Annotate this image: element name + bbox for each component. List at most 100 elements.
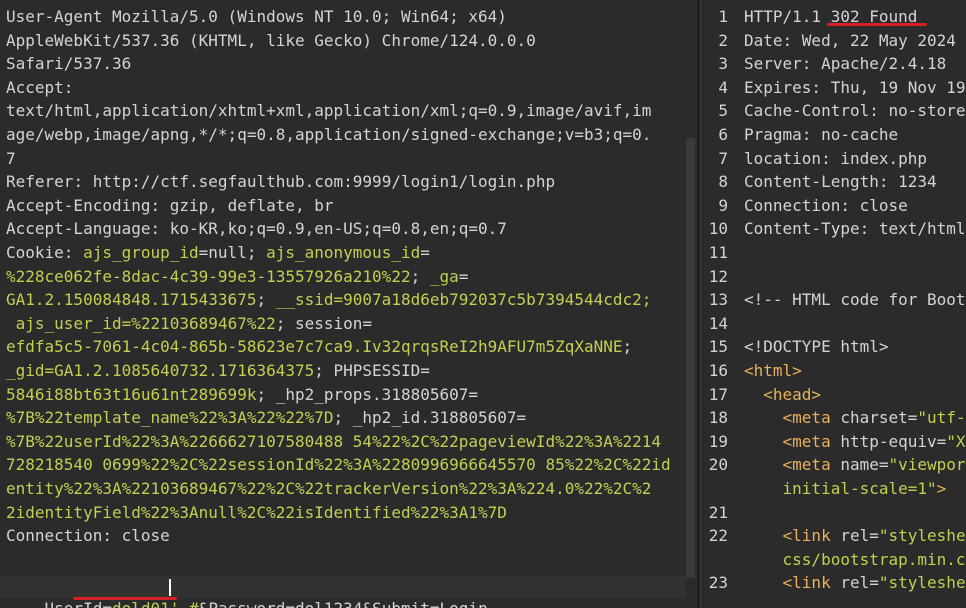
response-token: Server: Apache/2.4.18 bbox=[744, 54, 947, 74]
request-scrollbar[interactable] bbox=[686, 138, 695, 578]
cookie-segment: ; bbox=[410, 266, 430, 286]
cookie-line: %7B%22userId%22%3A%2266627107580488 54%2… bbox=[6, 430, 661, 454]
cookie-segment: ; bbox=[622, 337, 633, 357]
response-token: location: index.php bbox=[744, 148, 928, 168]
request-header-line: Connection: close bbox=[6, 524, 170, 548]
response-line: <link rel="styleshe bbox=[744, 524, 966, 548]
request-header-line: Referer: http://ctf.segfaulthub.com:9999… bbox=[6, 170, 555, 194]
response-token: "styleshe bbox=[878, 526, 966, 546]
response-line: Pragma: no-cache bbox=[744, 123, 898, 147]
line-number: 18 bbox=[708, 408, 728, 428]
cookie-line: 728218540 0699%22%2C%22sessionId%22%3A%2… bbox=[6, 453, 671, 477]
param-submit-name: Submit bbox=[372, 599, 430, 608]
text-caret bbox=[169, 579, 171, 596]
line-number: 16 bbox=[708, 361, 728, 380]
response-line: css/bootstrap.min.c bbox=[744, 548, 966, 572]
param-password-name: Password bbox=[208, 599, 285, 608]
response-line: Server: Apache/2.4.18 bbox=[744, 52, 946, 76]
response-token: <link bbox=[744, 573, 831, 593]
line-number: 15 bbox=[708, 337, 728, 357]
response-line: Date: Wed, 22 May 2024 bbox=[744, 29, 956, 53]
cookie-segment: ; bbox=[314, 361, 334, 380]
response-editor[interactable]: 1 2 3 4 5 6 7 8 9 10 11 12 13 14 15 16 17 18 19 20 21 22 23 HT… bbox=[700, 0, 966, 608]
response-line: Cache-Control: no-store bbox=[744, 99, 966, 123]
line-number: 7 bbox=[718, 148, 728, 168]
response-line: <head> bbox=[744, 383, 821, 407]
cookie-line: 5846i88bt63t16u61nt289699k; _hp2_props.3… bbox=[6, 383, 478, 407]
request-header-line: Accept: bbox=[6, 76, 73, 100]
response-token: <meta bbox=[744, 408, 831, 428]
header-name: Accept bbox=[6, 77, 64, 97]
request-header-line: age/webp,image/apng,*/*;q=0.8,applicatio… bbox=[6, 123, 651, 147]
param-userid-name: UserId bbox=[45, 599, 103, 608]
cookie-segment: 5846i88bt63t16u61nt289699k bbox=[6, 384, 257, 404]
header-value: : gzip, deflate, br bbox=[150, 195, 334, 215]
cookie-segment: =9007a18d6eb792037c5b7394544cdc2; bbox=[333, 290, 652, 310]
cookie-line: Cookie: ajs_group_id=null; ajs_anonymous… bbox=[6, 241, 430, 265]
cookie-line: 2identityField%22%3Anull%2C%22isIdentifi… bbox=[6, 501, 507, 525]
line-number: 9 bbox=[718, 195, 728, 215]
cookie-line: ajs_user_id=%22103689467%22; session= bbox=[6, 312, 372, 336]
response-line: Connection: close bbox=[744, 194, 908, 218]
line-number: 6 bbox=[718, 125, 728, 144]
response-line: <meta name="viewpor bbox=[744, 453, 966, 477]
line-number: 8 bbox=[718, 172, 728, 192]
request-header-line: User-Agent Mozilla/5.0 (Windows NT 10.0;… bbox=[6, 5, 507, 29]
cookie-segment: entity%22%3A%22103689467%22%2C%22tracker… bbox=[6, 479, 652, 498]
cookie-segment: =GA1.2.1085640732.1716364375 bbox=[44, 361, 315, 380]
response-token: <link bbox=[744, 526, 831, 546]
cookie-line: _gid=GA1.2.1085640732.1716364375; PHPSES… bbox=[6, 359, 430, 383]
response-line: Content-Type: text/html bbox=[744, 217, 966, 241]
injection-highlight-underline bbox=[73, 597, 177, 600]
cookie-segment: 2identityField%22%3Anull%2C%22isIdentifi… bbox=[6, 502, 507, 522]
cookie-line: %228ce062fe-8dac-4c39-99e3-13557926a210%… bbox=[6, 265, 468, 289]
cookie-segment: %228ce062fe-8dac-4c39-99e3-13557926a210%… bbox=[6, 266, 411, 286]
line-number: 17 bbox=[708, 384, 728, 404]
response-token: > bbox=[936, 479, 947, 498]
param-submit-value: Login bbox=[440, 599, 488, 608]
response-token: <meta bbox=[744, 431, 831, 451]
cookie-segment: efdfa5c5-7061-4c04-865b-58623e7c7ca9.Iv3… bbox=[6, 337, 623, 357]
cookie-line: GA1.2.150084848.1715433675; __ssid=9007a… bbox=[6, 288, 651, 312]
cookie-segment: = bbox=[420, 361, 430, 380]
cookie-line: efdfa5c5-7061-4c04-865b-58623e7c7ca9.Iv3… bbox=[6, 335, 632, 359]
response-line: <meta charset="utf- bbox=[744, 406, 966, 430]
line-number: 14 bbox=[708, 313, 728, 333]
cookie-segment: ajs_user_id bbox=[15, 313, 122, 333]
line-number: 2 bbox=[718, 30, 728, 50]
response-token: "viewpor bbox=[888, 455, 966, 475]
response-line: <html> bbox=[744, 359, 802, 383]
request-header-line: Accept-Language: ko-KR,ko;q=0.9,en-US;q=… bbox=[6, 217, 507, 241]
response-token: Content-Length: 1234 bbox=[744, 172, 937, 192]
cookie-segment: GA1.2.150084848.1715433675 bbox=[6, 290, 257, 310]
cookie-segment: : bbox=[63, 243, 84, 262]
header-name: User-Agent bbox=[6, 7, 103, 26]
response-token: <html> bbox=[744, 361, 802, 380]
request-editor[interactable]: User-Agent Mozilla/5.0 (Windows NT 10.0;… bbox=[0, 0, 697, 608]
cookie-segment: ajs_group_id bbox=[83, 243, 199, 262]
response-token: <!-- HTML code for Boot bbox=[744, 290, 966, 310]
header-value: Mozilla/5.0 (Windows NT 10.0; Win64; x64… bbox=[102, 7, 507, 26]
response-token: Expires: Thu, 19 Nov 19 bbox=[744, 77, 966, 97]
response-token: rel= bbox=[830, 526, 879, 546]
cookie-segment: = bbox=[516, 408, 527, 428]
line-number: 21 bbox=[708, 502, 728, 522]
ampersand: & bbox=[362, 599, 372, 608]
response-line: initial-scale=1"> bbox=[744, 477, 947, 501]
line-number: 11 bbox=[708, 243, 728, 262]
line-number: 10 bbox=[708, 219, 728, 239]
response-token: Connection: close bbox=[744, 195, 908, 215]
cookie-line: %7B%22template_name%22%3A%22%22%7D; _hp2… bbox=[6, 406, 526, 430]
cookie-segment: 728218540 0699%22%2C%22sessionId%22%3A%2… bbox=[6, 455, 671, 475]
status-highlight-underline bbox=[827, 23, 927, 26]
cookie-segment: = bbox=[468, 384, 479, 404]
header-value: Safari/537.36 bbox=[6, 54, 132, 74]
cookie-segment: ; bbox=[256, 290, 276, 310]
request-body-line[interactable]: UserId=dold01' #&Password=dol1234&Submit… bbox=[6, 576, 488, 608]
equals-sign: = bbox=[102, 599, 112, 608]
line-number-gutter: 1 2 3 4 5 6 7 8 9 10 11 12 13 14 15 16 17 18 19 20 21 22 23 bbox=[701, 0, 734, 608]
line-number: 13 bbox=[708, 290, 728, 310]
response-token: name= bbox=[830, 455, 889, 475]
cookie-line: entity%22%3A%22103689467%22%2C%22tracker… bbox=[6, 477, 651, 501]
response-line: location: index.php bbox=[744, 147, 927, 171]
